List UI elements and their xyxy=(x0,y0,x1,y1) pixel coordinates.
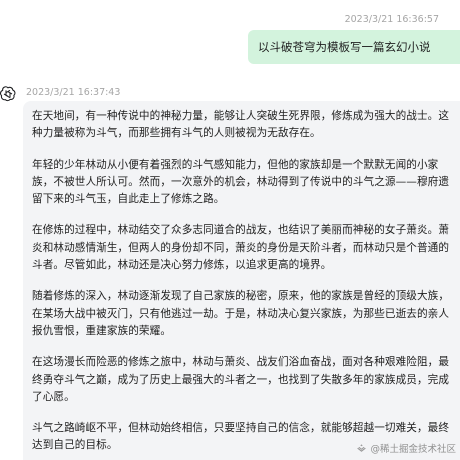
juejin-logo-icon xyxy=(357,443,367,452)
bot-message-paragraph: 在修炼的过程中，林动结交了众多志同道合的战友，也结识了美丽而神秘的女子萧炎。萧炎… xyxy=(32,224,450,272)
user-message-text: 以斗破苍穹为模板写一篇玄幻小说 xyxy=(258,40,431,54)
watermark: @稀土掘金技术社区 xyxy=(356,441,456,455)
bot-message-paragraph: 在天地间，有一种传说中的神秘力量，能够让人突破生死界限，修炼成为强大的战士。这种… xyxy=(32,110,450,140)
bot-message-paragraph: 随着修炼的深入，林动逐渐发现了自己家族的秘密，原来，他的家族是曾经的顶级大族，在… xyxy=(32,290,450,337)
user-message-timestamp: 2023/3/21 16:36:57 xyxy=(344,14,439,25)
user-message-bubble: 以斗破苍穹为模板写一篇玄幻小说 xyxy=(248,30,460,64)
bot-message-paragraph: 在这场漫长而险恶的修炼之旅中，林动与萧炎、战友们浴血奋战，面对各种艰难险阻，最终… xyxy=(32,356,450,403)
watermark-text: @稀土掘金技术社区 xyxy=(370,444,456,455)
chat-window: 2023/3/21 16:36:57 以斗破苍穹为模板写一篇玄幻小说 2023/… xyxy=(0,0,460,460)
openai-logo-icon xyxy=(0,86,16,102)
bot-message-bubble: 在天地间，有一种传说中的神秘力量，能够让人突破生死界限，修炼成为强大的战士。这种… xyxy=(23,101,460,460)
bot-message-paragraph: 年轻的少年林动从小便有着强烈的斗气感知能力，但他的家族却是一个默默无闻的小家族，… xyxy=(32,158,450,206)
bot-message-timestamp: 2023/3/21 16:37:43 xyxy=(26,87,121,98)
